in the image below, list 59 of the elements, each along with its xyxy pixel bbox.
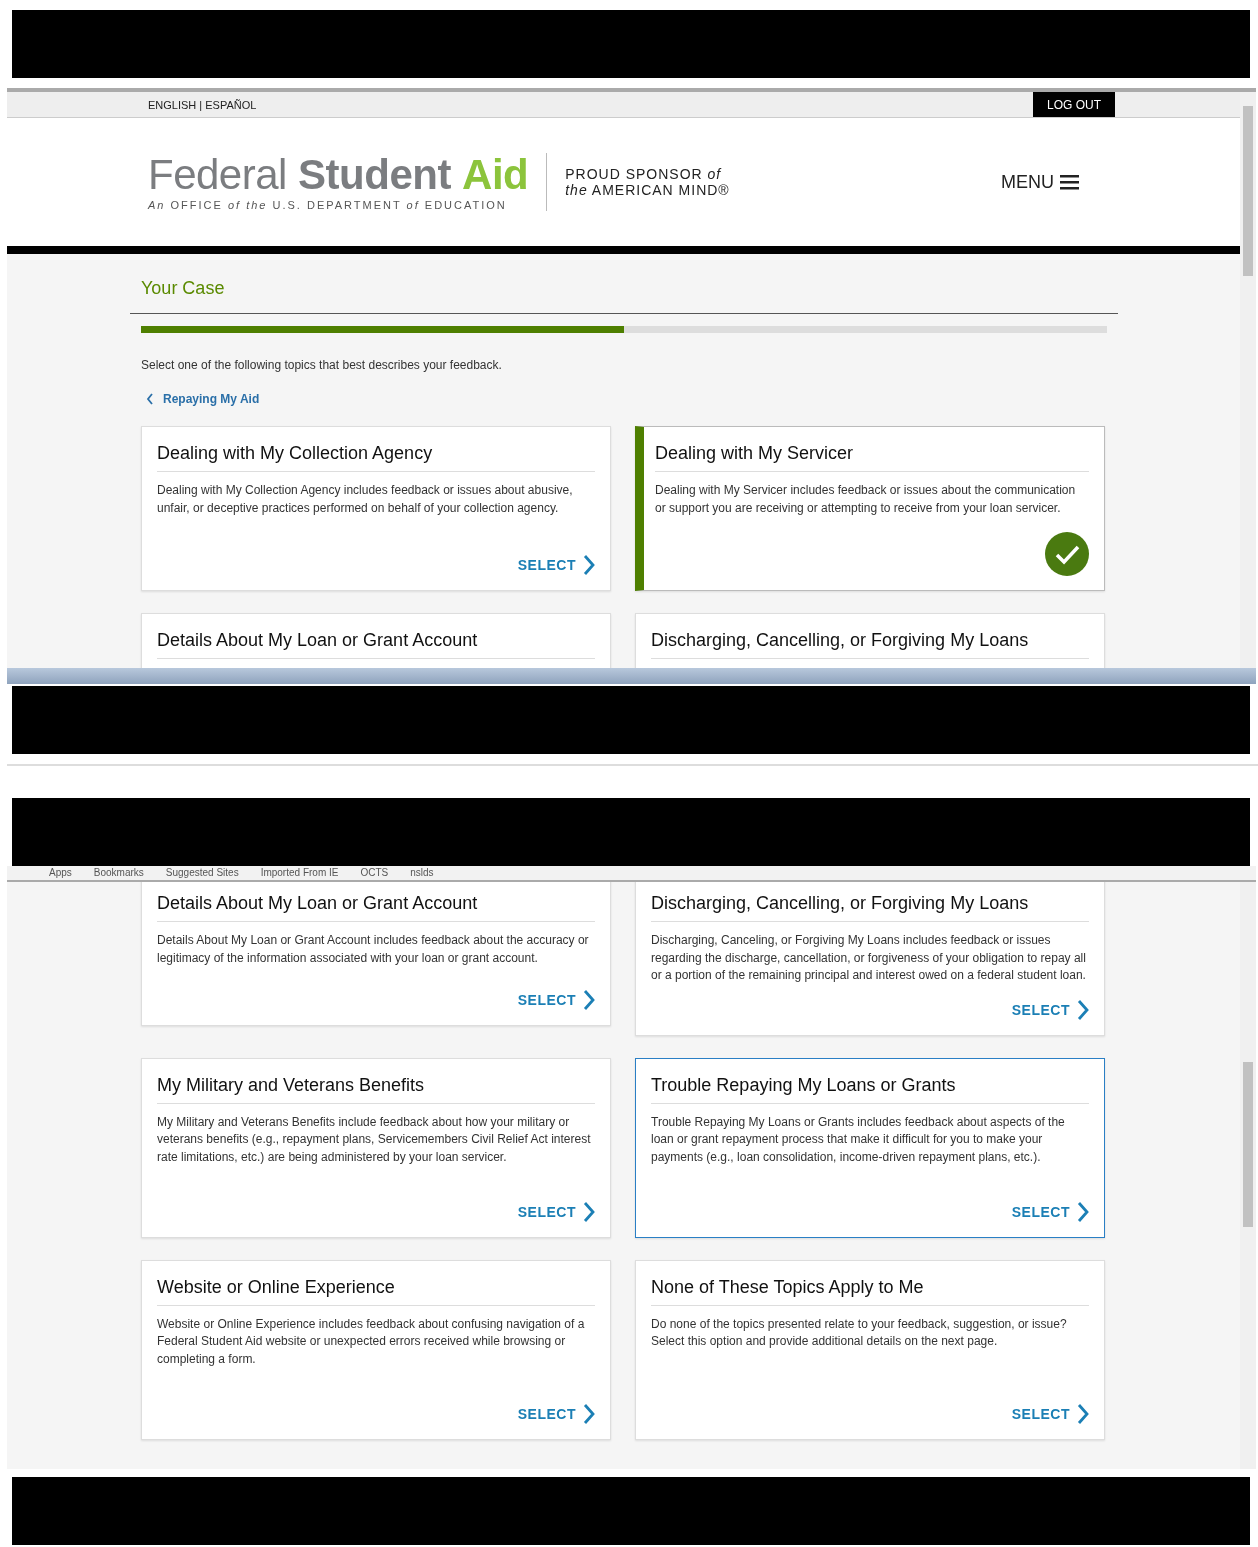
- chevron-right-icon: [583, 1402, 595, 1425]
- select-button[interactable]: SELECT: [517, 1402, 595, 1425]
- back-link[interactable]: Repaying My Aid: [146, 392, 260, 406]
- topic-description: Details About My Loan or Grant Account includes feedback about the accuracy or legitimacy of the information associated with your loan or grant account.: [157, 932, 590, 967]
- bookmark[interactable]: Suggested Sites: [165, 866, 239, 880]
- topic-title: None of These Topics Apply to Me: [651, 1276, 1089, 1306]
- topic-card[interactable]: Dealing with My Servicer Dealing with My Servicer includes feedback or issues about the communication or support you are receiving or attempting to receive from your loan servicer.: [635, 426, 1105, 591]
- instruction-text: Select one of the following topics that best describes your feedback.: [141, 358, 503, 372]
- scrollbar[interactable]: [1240, 92, 1256, 668]
- language-links[interactable]: ENGLISH | ESPAÑOL: [148, 98, 1033, 111]
- topic-card[interactable]: Discharging, Cancelling, or Forgiving My Loans: [635, 613, 1105, 668]
- topic-card[interactable]: Details About My Loan or Grant Account Details About My Loan or Grant Account includes feedback about the accuracy or legitimacy of the information associated with your loan or grant account. SELECT: [141, 882, 611, 1026]
- chevron-right-icon: [1077, 1200, 1089, 1223]
- topic-title: Dealing with My Collection Agency: [157, 443, 595, 472]
- chevron-right-icon: [1077, 1402, 1089, 1425]
- section-title: Your Case: [141, 278, 226, 299]
- topic-card[interactable]: Dealing with My Collection Agency Dealing with My Collection Agency includes feedback or issues about abusive, unfair, or deceptive practices performed on behalf of your collection agency. SELECT: [141, 426, 611, 591]
- topic-card[interactable]: [635, 1057, 1105, 1238]
- topic-title: My Military and Veterans Benefits: [157, 1074, 595, 1104]
- logo[interactable]: Federal Student Aid An OFFICE of the U.S. DEPARTMENT of EDUCATION: [148, 153, 548, 211]
- topic-card[interactable]: None of These Topics Apply to Me Do none of the topics presented relate to your feedback, suggestion, or issue? Select this option and provide additional details on the next page. SELECT: [635, 1259, 1105, 1440]
- menu-icon: [1060, 174, 1079, 190]
- bookmark[interactable]: OCTS: [360, 866, 389, 880]
- select-button[interactable]: SELECT: [1011, 998, 1089, 1021]
- scrollbar[interactable]: [1240, 882, 1256, 1469]
- topic-card[interactable]: Details About My Loan or Grant Account: [141, 613, 611, 668]
- topic-description: Dealing with My Collection Agency includes feedback or issues about abusive, unfair, or deceptive practices performed on behalf of your collection agency.: [157, 482, 574, 517]
- topic-title: Details About My Loan or Grant Account: [157, 630, 595, 659]
- topic-title: Discharging, Cancelling, or Forgiving My Loans: [651, 893, 1089, 922]
- chevron-right-icon: [583, 989, 595, 1011]
- topic-title: Discharging, Cancelling, or Forgiving My Loans: [651, 630, 1089, 659]
- topic-title: Details About My Loan or Grant Account: [157, 893, 595, 922]
- topic-description: My Military and Veterans Benefits include feedback about how your military or veterans benefits (e.g., repayment plans, Servicemembers Civil Relief Act interest rate limitations, etc.) are being administered by your loan servicer.: [157, 1113, 592, 1166]
- bookmark[interactable]: Apps: [49, 866, 72, 880]
- menu-button[interactable]: MENU: [995, 170, 1085, 194]
- select-button[interactable]: SELECT: [517, 554, 595, 576]
- chevron-right-icon: [1077, 998, 1089, 1021]
- topic-description: Website or Online Experience includes feedback about confusing navigation of a Federal Student Aid website or unexpected errors received while browsing or completing a form.: [157, 1315, 586, 1368]
- logout-button[interactable]: LOG OUT: [1033, 92, 1115, 117]
- select-button[interactable]: SELECT: [1011, 1200, 1089, 1223]
- topic-title: Website or Online Experience: [157, 1276, 595, 1306]
- topic-description: Trouble Repaying My Loans or Grants includes feedback about aspects of the loan or grant repayment process that make it difficult for you to make your payments (e.g., loan consolidation, income-driven repayment plans, etc.).: [651, 1113, 1066, 1166]
- sponsor-text: PROUD SPONSOR of: [565, 166, 723, 182]
- topic-description: Discharging, Canceling, or Forgiving My Loans includes feedback or issues regarding the discharge, cancellation, or forgiveness of your obligation to repay all or a portion of the remaining principal and interest owed on a federal student loan.: [651, 932, 1087, 984]
- chevron-right-icon: [583, 554, 595, 576]
- select-button[interactable]: SELECT: [517, 989, 595, 1011]
- bookmark[interactable]: Imported From IE: [260, 866, 339, 880]
- topic-description: Dealing with My Servicer includes feedback or issues about the communication or support you are receiving or attempting to receive from your loan servicer.: [655, 482, 1077, 517]
- select-button[interactable]: SELECT: [1011, 1402, 1089, 1425]
- topic-title: Trouble Repaying My Loans or Grants: [651, 1074, 1089, 1104]
- chevron-left-icon: [146, 393, 154, 405]
- bookmark[interactable]: nslds: [410, 866, 434, 880]
- topic-title: Dealing with My Servicer: [655, 443, 1089, 472]
- chevron-right-icon: [583, 1200, 595, 1223]
- topic-description: Do none of the topics presented relate to your feedback, suggestion, or issue? Select this option and provide additional details on the next page.: [651, 1315, 1068, 1350]
- check-icon: [1045, 532, 1089, 576]
- select-button[interactable]: SELECT: [517, 1200, 595, 1223]
- bookmark[interactable]: Bookmarks: [93, 866, 144, 880]
- sponsor-text: the AMERICAN MIND®: [565, 182, 731, 198]
